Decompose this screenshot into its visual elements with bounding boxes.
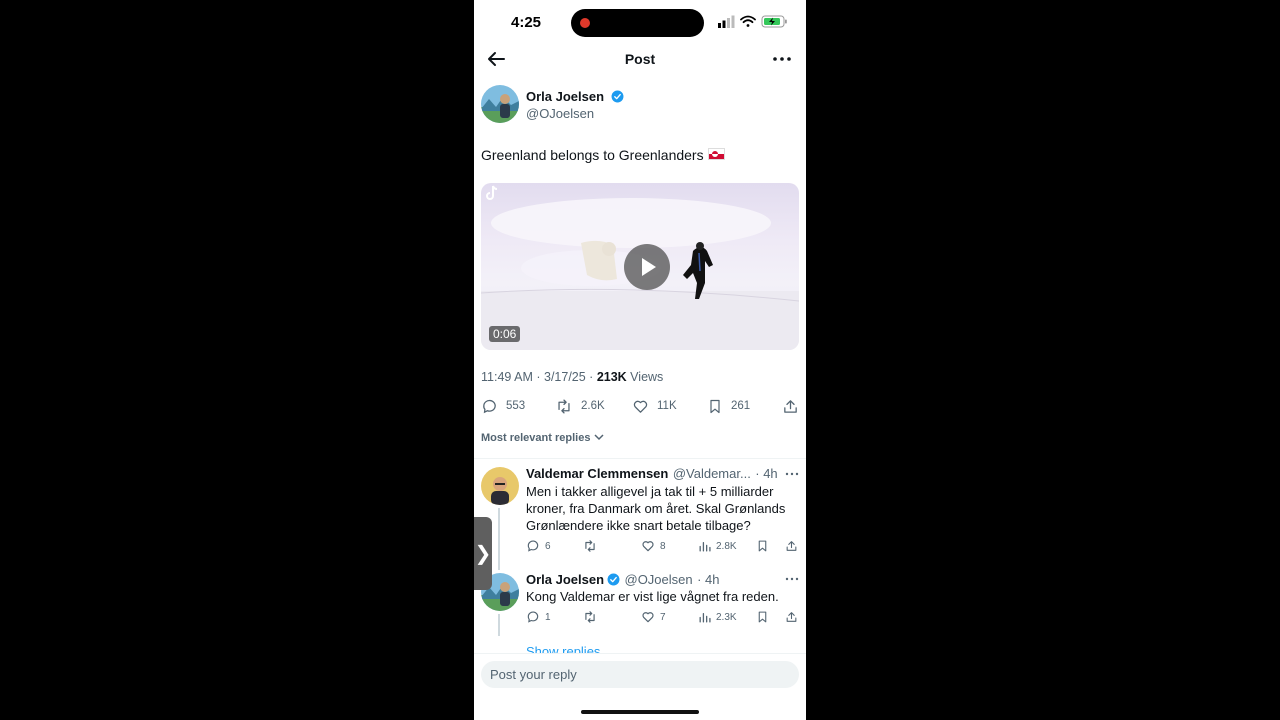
reply-like-button[interactable]: 7	[641, 609, 666, 625]
reply-icon	[527, 611, 539, 623]
repost-icon	[585, 611, 595, 623]
reply-avatar[interactable]	[481, 467, 519, 505]
status-icons	[718, 15, 787, 28]
reply-reply-button[interactable]: 6	[526, 538, 551, 554]
reply-icon	[527, 540, 539, 552]
reply-text: Kong Valdemar er vist lige vågnet fra re…	[526, 589, 779, 604]
reply-input[interactable]	[481, 661, 799, 688]
recording-indicator	[580, 18, 590, 28]
views-icon	[699, 612, 711, 622]
like-icon	[642, 612, 654, 623]
dynamic-island	[571, 9, 704, 37]
divider	[474, 458, 806, 459]
views-label: Views	[626, 370, 664, 384]
share-icon	[784, 399, 797, 413]
bookmark-button[interactable]: 261	[707, 397, 750, 415]
like-button[interactable]: 11K	[632, 397, 677, 415]
like-icon	[633, 400, 648, 413]
reply-share-button[interactable]	[785, 609, 803, 625]
post-text: Greenland belongs to Greenlanders	[481, 147, 725, 163]
home-indicator[interactable]	[581, 710, 699, 714]
replies-sort-dropdown[interactable]: Most relevant replies	[481, 432, 604, 444]
reply-like-button[interactable]: 8	[641, 538, 666, 554]
share-icon	[786, 541, 797, 551]
battery-icon	[761, 15, 787, 28]
reply-icon	[483, 399, 496, 413]
reply-author-name[interactable]: Valdemar Clemmensen	[526, 466, 668, 481]
verified-icon	[607, 573, 620, 586]
reply-header: Valdemar Clemmensen @Valdemar... · 4h	[526, 465, 801, 483]
verified-icon	[611, 90, 624, 103]
reply-bookmark-button[interactable]	[756, 538, 774, 554]
video-duration: 0:06	[489, 326, 521, 342]
reply-time: · 4h	[755, 466, 778, 481]
reply-author-handle[interactable]: @OJoelsen	[625, 572, 693, 587]
bookmark-icon	[758, 540, 767, 552]
bookmark-icon	[758, 611, 767, 623]
views-count: 213K	[596, 370, 627, 384]
more-icon[interactable]	[770, 49, 794, 69]
reply-views[interactable]: 2.3K	[698, 609, 737, 625]
tiktok-icon	[486, 185, 498, 200]
play-icon	[642, 258, 656, 276]
bookmark-icon	[710, 399, 720, 413]
thread-line	[498, 614, 500, 636]
page-title: Post	[624, 51, 656, 67]
reply-header: Orla Joelsen @OJoelsen · 4h	[526, 571, 781, 589]
share-button[interactable]	[782, 397, 806, 415]
reply-views[interactable]: 2.8K	[698, 538, 737, 554]
phone-screen: 4:25 Post Orla Joelsen @OJoelsen Greenla…	[474, 0, 806, 720]
like-icon	[642, 541, 654, 552]
share-icon	[786, 612, 797, 622]
views-icon	[699, 541, 711, 551]
reply-bookmark-button[interactable]	[756, 609, 774, 625]
post-meta: 11:49 AM · 3/17/25 · 213K Views	[481, 370, 663, 384]
side-panel-toggle[interactable]: ❯	[474, 517, 492, 590]
reply-repost-button[interactable]	[583, 538, 602, 554]
more-icon[interactable]	[784, 573, 800, 585]
reply-repost-button[interactable]	[583, 609, 602, 625]
reply-reply-button[interactable]: 1	[526, 609, 551, 625]
status-time: 4:25	[511, 14, 542, 31]
reply-text: Men i takker alligevel ja tak til + 5 mi…	[526, 484, 786, 533]
post-timestamp: 11:49 AM · 3/17/25 ·	[481, 370, 597, 384]
play-button[interactable]	[624, 244, 670, 290]
reply-time: · 4h	[697, 572, 720, 587]
reply-author-handle[interactable]: @Valdemar...	[673, 466, 751, 481]
reply-author-name[interactable]: Orla Joelsen	[526, 572, 604, 587]
chevron-down-icon	[593, 434, 604, 441]
author-avatar[interactable]	[481, 85, 519, 123]
author-handle[interactable]: @OJoelsen	[526, 106, 594, 121]
reply-button[interactable]: 553	[481, 397, 525, 415]
greenland-flag-icon	[707, 148, 725, 160]
repost-icon	[558, 398, 570, 414]
repost-button[interactable]: 2.6K	[555, 397, 605, 415]
reply-share-button[interactable]	[785, 538, 803, 554]
thread-line	[498, 508, 500, 570]
author-name[interactable]: Orla Joelsen	[526, 89, 624, 104]
more-icon[interactable]	[784, 468, 800, 480]
wifi-icon	[740, 15, 756, 27]
video-player[interactable]: 0:06	[481, 183, 799, 350]
repost-icon	[585, 540, 595, 552]
signal-icon	[718, 15, 735, 28]
